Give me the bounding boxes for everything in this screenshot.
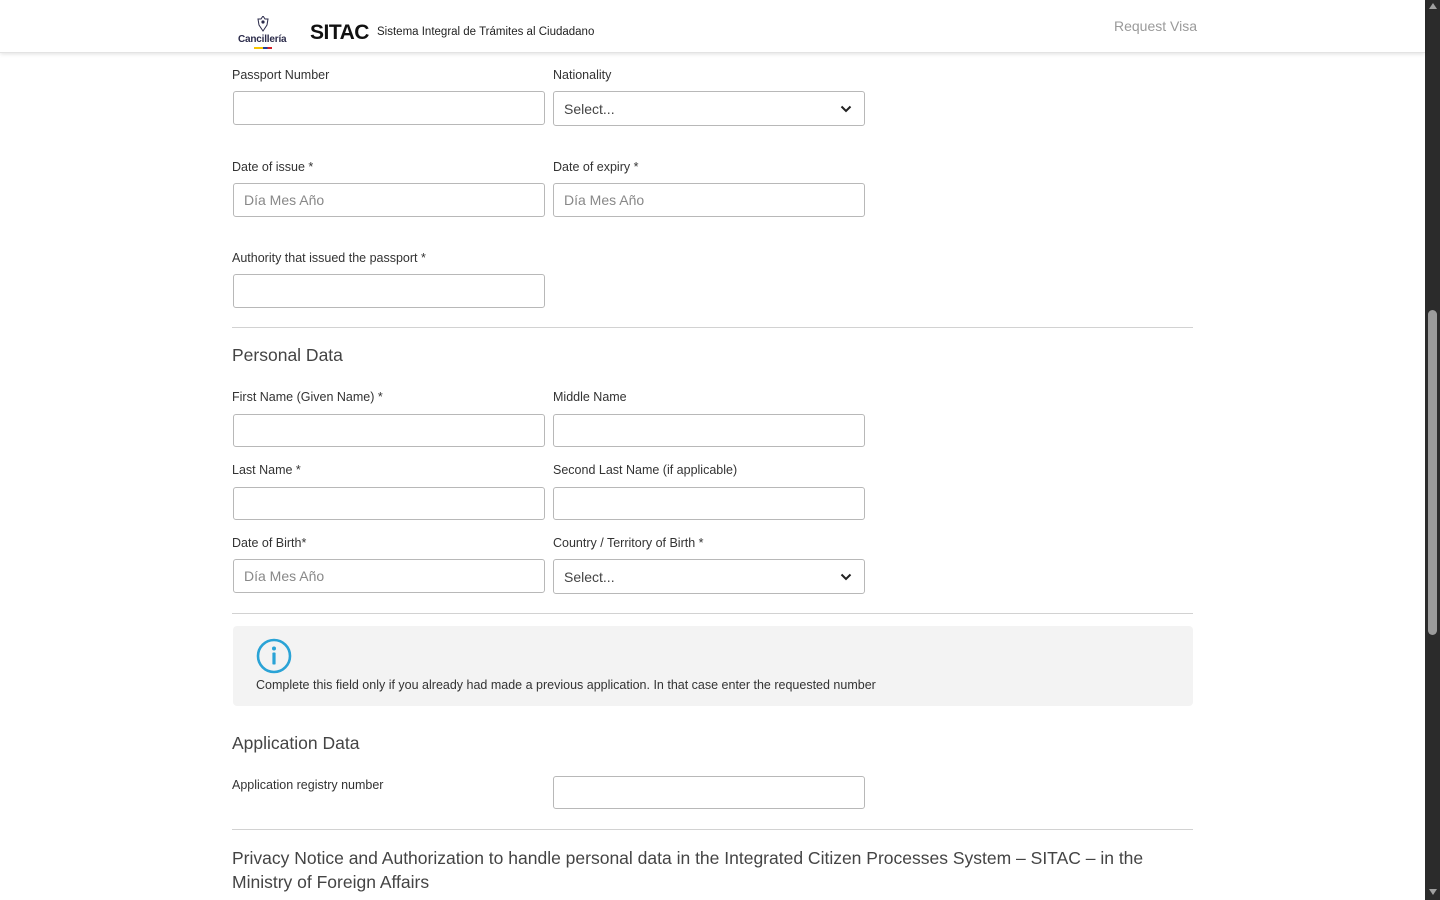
date-of-birth-label: Date of Birth* — [232, 536, 307, 550]
country-of-birth-selected: Select... — [564, 569, 615, 585]
second-last-name-input[interactable] — [553, 487, 865, 520]
app-subtitle: Sistema Integral de Trámites al Ciudadan… — [377, 26, 595, 38]
middle-name-label: Middle Name — [553, 390, 627, 404]
chevron-down-icon — [840, 105, 852, 113]
application-data-title: Application Data — [232, 733, 360, 753]
nationality-selected: Select... — [564, 101, 615, 117]
divider — [232, 829, 1193, 830]
logo-text: Cancillería — [238, 34, 287, 45]
middle-name-input[interactable] — [553, 414, 865, 447]
country-of-birth-label: Country / Territory of Birth * — [553, 536, 704, 550]
app-title: SITAC — [310, 21, 369, 44]
privacy-notice-title: Privacy Notice and Authorization to hand… — [232, 848, 1144, 892]
cancilleria-logo[interactable]: Cancillería — [236, 16, 290, 52]
scrollbar[interactable] — [1425, 0, 1440, 900]
divider — [232, 327, 1193, 328]
application-registry-label: Application registry number — [232, 778, 384, 792]
date-of-issue-input[interactable] — [233, 183, 545, 217]
info-text: Complete this field only if you already … — [256, 678, 876, 692]
authority-label: Authority that issued the passport * — [232, 251, 426, 265]
first-name-label: First Name (Given Name) * — [232, 390, 383, 404]
country-of-birth-select[interactable]: Select... — [553, 559, 865, 594]
last-name-input[interactable] — [233, 487, 545, 520]
top-header: Cancillería SITAC Sistema Integral de Tr… — [0, 0, 1425, 53]
scrollbar-thumb[interactable] — [1428, 310, 1437, 635]
date-of-birth-input[interactable] — [233, 559, 545, 593]
coat-of-arms-icon — [257, 16, 269, 32]
info-icon — [256, 638, 292, 674]
date-of-issue-label: Date of issue * — [232, 160, 314, 174]
application-registry-input[interactable] — [553, 776, 865, 809]
scroll-up-icon[interactable] — [1429, 3, 1437, 9]
scroll-down-icon[interactable] — [1429, 889, 1437, 895]
authority-input[interactable] — [233, 274, 545, 308]
divider — [232, 613, 1193, 614]
second-last-name-label: Second Last Name (if applicable) — [553, 463, 738, 477]
last-name-label: Last Name * — [232, 463, 301, 477]
nationality-select[interactable]: Select... — [553, 91, 865, 126]
passport-number-label: Passport Number — [232, 68, 330, 82]
flag-stripe — [254, 47, 272, 49]
passport-number-input[interactable] — [233, 91, 545, 125]
first-name-input[interactable] — [233, 414, 545, 447]
info-notice: Complete this field only if you already … — [233, 626, 1193, 706]
date-of-expiry-label: Date of expiry * — [553, 160, 639, 174]
personal-data-title: Personal Data — [232, 345, 343, 365]
nationality-label: Nationality — [553, 68, 612, 82]
request-visa-link[interactable]: Request Visa — [1114, 18, 1197, 34]
date-of-expiry-input[interactable] — [553, 183, 865, 217]
chevron-down-icon — [840, 573, 852, 581]
